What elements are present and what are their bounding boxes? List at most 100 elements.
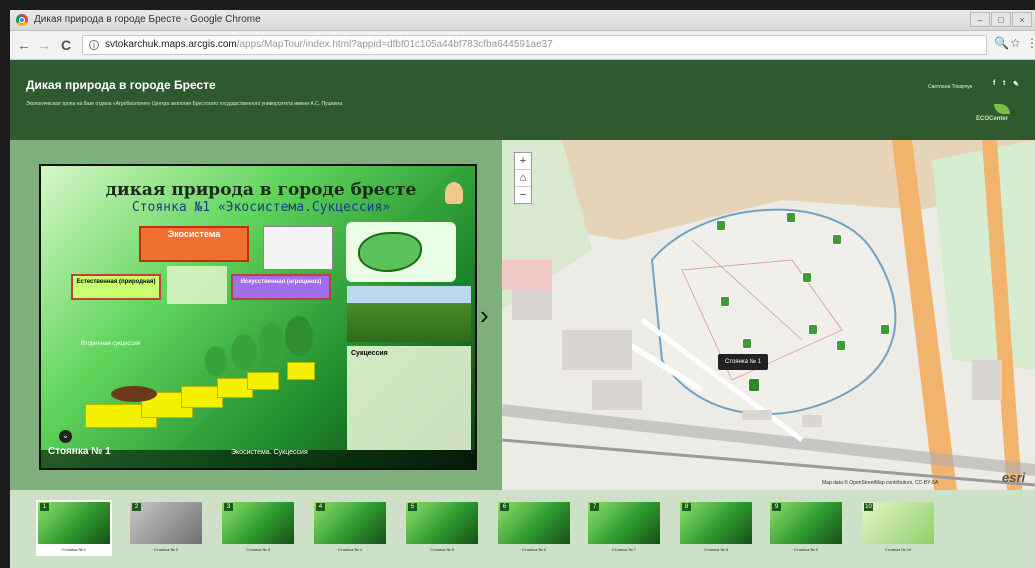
thumb-number: 5 xyxy=(408,503,417,511)
facebook-icon[interactable]: f xyxy=(993,80,995,87)
browser-window: Дикая природа в городе Бресте - Google C… xyxy=(10,10,1035,568)
thumb-label: Стоянка № 8 xyxy=(703,547,729,552)
edit-icon[interactable]: ✎ xyxy=(1013,80,1019,88)
address-bar: ← → C i svtokarchuk.maps.arcgis.com/apps… xyxy=(10,31,1035,60)
thumb-label: Стоянка № 1 xyxy=(61,547,87,552)
page-title: Дикая природа в городе Бресте xyxy=(26,78,216,92)
map-attribution: Map data © OpenStreetMap contributors, C… xyxy=(822,480,939,486)
thumb-number: 1 xyxy=(40,503,49,511)
map-pin-icon[interactable] xyxy=(880,324,890,335)
succession-text-box: Сукцессия xyxy=(347,346,471,450)
succession-step xyxy=(247,372,279,390)
zoom-in-button[interactable]: + xyxy=(515,153,531,170)
home-button[interactable]: ⌂ xyxy=(515,170,531,187)
soil xyxy=(111,386,157,402)
thumb-number: 4 xyxy=(316,503,325,511)
map-pin-icon[interactable] xyxy=(802,272,812,283)
poster-title: дикая природа в городе бресте xyxy=(105,180,417,200)
thumb-label: Стоянка № 2 xyxy=(153,547,179,552)
succession-step xyxy=(287,362,315,380)
author-name: Светлана Токарчук xyxy=(928,84,973,90)
tree xyxy=(285,316,313,356)
thumb-label: Стоянка № 3 xyxy=(245,547,271,552)
app-header: Дикая природа в городе Бресте Экологичес… xyxy=(10,60,1035,140)
zoom-out-button[interactable]: − xyxy=(515,187,531,203)
stop-title: Стоянка № 1 xyxy=(48,446,111,457)
map-pin-icon[interactable] xyxy=(808,324,818,335)
tree xyxy=(231,334,257,370)
thumb-label: Стоянка № 7 xyxy=(611,547,637,552)
stop-carousel: 1 Стоянка № 1 2 Стоянка № 2 3 Стоянка № 3 4… xyxy=(10,490,1035,568)
island-shape xyxy=(358,232,422,272)
thumb-label: Стоянка № 9 xyxy=(793,547,819,552)
map-pin-icon[interactable] xyxy=(742,338,752,349)
map-pin-icon[interactable] xyxy=(716,220,726,231)
carousel-item[interactable]: 6 Стоянка № 6 xyxy=(496,500,572,556)
poster-subtitle: Стоянка №1 «Экосистема.Сукцессия» xyxy=(131,200,391,215)
stop-topic: Экосистема. Сукцессия xyxy=(231,449,308,456)
thumb-number: 2 xyxy=(132,503,141,511)
sketch-illustration xyxy=(263,226,333,270)
succession-label: Вторичная сукцессия xyxy=(81,341,141,347)
minimize-button[interactable]: – xyxy=(970,12,990,27)
chrome-icon xyxy=(16,14,28,26)
thumb-number: 3 xyxy=(224,503,233,511)
carousel-item[interactable]: 3 Стоянка № 3 xyxy=(220,500,296,556)
thumb-label: Стоянка № 5 xyxy=(429,547,455,552)
zoom-controls: + ⌂ − xyxy=(514,152,532,204)
map-view[interactable]: + ⌂ − Стоянка № 1 Map data © OpenStreetM… xyxy=(502,140,1035,490)
carousel-item[interactable]: 4 Стоянка № 4 xyxy=(312,500,388,556)
zoom-icon[interactable]: 🔍 xyxy=(994,36,1009,50)
info-icon[interactable]: i xyxy=(89,40,99,50)
carousel-item[interactable]: 5 Стоянка № 5 xyxy=(404,500,480,556)
tree xyxy=(205,346,227,376)
thumb-number: 7 xyxy=(590,503,599,511)
chevron-down-icon[interactable]: ⌄ xyxy=(59,430,72,443)
map-pin-icon[interactable] xyxy=(786,212,796,223)
thumb-number: 6 xyxy=(500,503,509,511)
reload-icon[interactable]: C xyxy=(58,36,74,54)
next-arrow-icon[interactable]: › xyxy=(480,300,489,331)
twitter-icon[interactable]: t xyxy=(1003,80,1005,87)
page-subtitle: Экологическая тропа на базе отдела «Агро… xyxy=(26,101,343,107)
map-pin-icon[interactable] xyxy=(832,234,842,245)
close-button[interactable]: × xyxy=(1012,12,1032,27)
ecocenter-logo: ECOCenter xyxy=(976,116,1009,122)
stop-image: дикая природа в городе бресте Стоянка №1… xyxy=(39,164,477,470)
artificial-ecosystem-box: Искусственная (агроценоз) xyxy=(231,274,331,300)
carousel-item[interactable]: 10 Стоянка № 10 xyxy=(860,500,936,556)
media-panel: дикая природа в городе бресте Стоянка №1… xyxy=(10,140,502,490)
maximize-button[interactable]: □ xyxy=(991,12,1011,27)
child-illustration-icon xyxy=(445,182,463,204)
carousel-item[interactable]: 1 Стоянка № 1 xyxy=(36,500,112,556)
thumb-number: 10 xyxy=(864,503,873,511)
map-pin-icon[interactable] xyxy=(836,340,846,351)
field-photo xyxy=(347,286,471,342)
map-pin-selected-icon[interactable] xyxy=(748,378,760,392)
carousel-item[interactable]: 8 Стоянка № 8 xyxy=(678,500,754,556)
star-icon[interactable]: ☆ xyxy=(1010,36,1021,50)
thumb-label: Стоянка № 6 xyxy=(521,547,547,552)
carousel-item[interactable]: 2 Стоянка № 2 xyxy=(128,500,204,556)
text-block xyxy=(167,266,227,304)
map-canvas xyxy=(502,140,1035,490)
url-input[interactable]: i svtokarchuk.maps.arcgis.com/apps/MapTo… xyxy=(82,35,987,55)
thumb-label: Стоянка № 10 xyxy=(884,547,912,552)
map-pin-icon[interactable] xyxy=(720,296,730,307)
menu-icon[interactable]: ⋮ xyxy=(1026,36,1035,50)
forward-icon[interactable]: → xyxy=(36,36,52,54)
thumb-number: 8 xyxy=(682,503,691,511)
url-text: svtokarchuk.maps.arcgis.com/apps/MapTour… xyxy=(105,39,553,50)
tree xyxy=(259,322,285,364)
carousel-item[interactable]: 7 Стоянка № 7 xyxy=(586,500,662,556)
leaf-logo-icon xyxy=(994,104,1010,114)
back-icon[interactable]: ← xyxy=(16,36,32,54)
title-bar: Дикая природа в городе Бресте - Google C… xyxy=(10,10,1035,31)
stop-tooltip: Стоянка № 1 xyxy=(718,354,768,370)
succession-heading: Сукцессия xyxy=(351,350,388,357)
carousel-item[interactable]: 9 Стоянка № 9 xyxy=(768,500,844,556)
island-map-image xyxy=(346,222,456,282)
thumb-number: 9 xyxy=(772,503,781,511)
natural-ecosystem-box: Естественная (природная) xyxy=(71,274,161,300)
esri-logo: esri xyxy=(1002,470,1026,485)
